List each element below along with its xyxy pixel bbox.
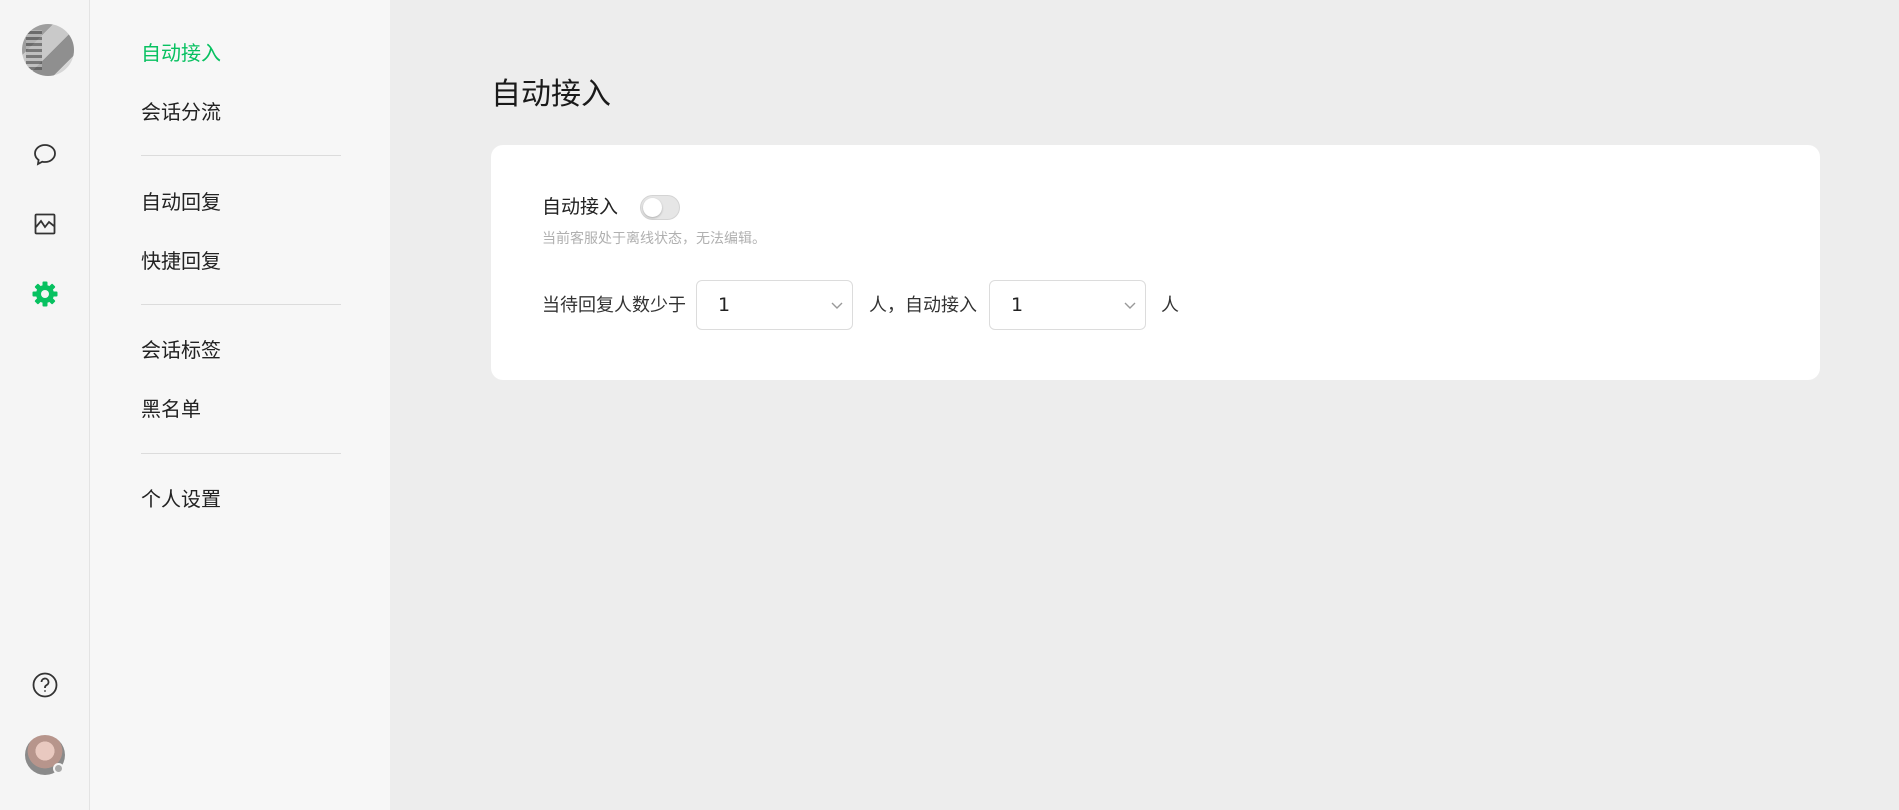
help-icon[interactable] [30, 670, 60, 700]
rule-middle-label: 人，自动接入 [869, 295, 977, 316]
menu-item-session-tags[interactable]: 会话标签 [141, 340, 221, 360]
threshold-value: 1 [718, 294, 731, 316]
settings-menu: 自动接入 会话分流 自动回复 快捷回复 会话标签 黑名单 个人设置 [90, 0, 390, 810]
auto-access-label: 自动接入 [542, 196, 619, 218]
menu-divider [141, 155, 341, 156]
chevron-down-icon [831, 302, 843, 309]
status-indicator [53, 763, 64, 774]
org-logo [22, 24, 74, 76]
auto-access-card: 自动接入 当前客服处于离线状态，无法编辑。 当待回复人数少于 1 人，自动接入 … [491, 145, 1820, 380]
access-count-select[interactable]: 1 [989, 280, 1146, 330]
threshold-select[interactable]: 1 [696, 280, 853, 330]
stats-chart-icon[interactable] [30, 209, 60, 239]
menu-item-personal-settings[interactable]: 个人设置 [141, 489, 221, 509]
chevron-down-icon [1124, 302, 1136, 309]
menu-divider [141, 304, 341, 305]
menu-item-blacklist[interactable]: 黑名单 [141, 399, 201, 419]
rule-suffix-label: 人 [1161, 295, 1179, 316]
auto-access-toggle[interactable] [640, 195, 680, 220]
access-count-value: 1 [1011, 294, 1024, 316]
offline-hint: 当前客服处于离线状态，无法编辑。 [542, 231, 766, 247]
page-title: 自动接入 [491, 77, 611, 112]
menu-item-auto-access[interactable]: 自动接入 [141, 43, 221, 63]
chat-bubble-icon[interactable] [30, 140, 60, 170]
rule-prefix-label: 当待回复人数少于 [542, 295, 686, 316]
menu-item-auto-reply[interactable]: 自动回复 [141, 192, 221, 212]
menu-divider [141, 453, 341, 454]
icon-rail [0, 0, 90, 810]
menu-item-quick-reply[interactable]: 快捷回复 [141, 251, 221, 271]
menu-item-session-routing[interactable]: 会话分流 [141, 102, 221, 122]
settings-gear-icon[interactable] [30, 279, 60, 309]
